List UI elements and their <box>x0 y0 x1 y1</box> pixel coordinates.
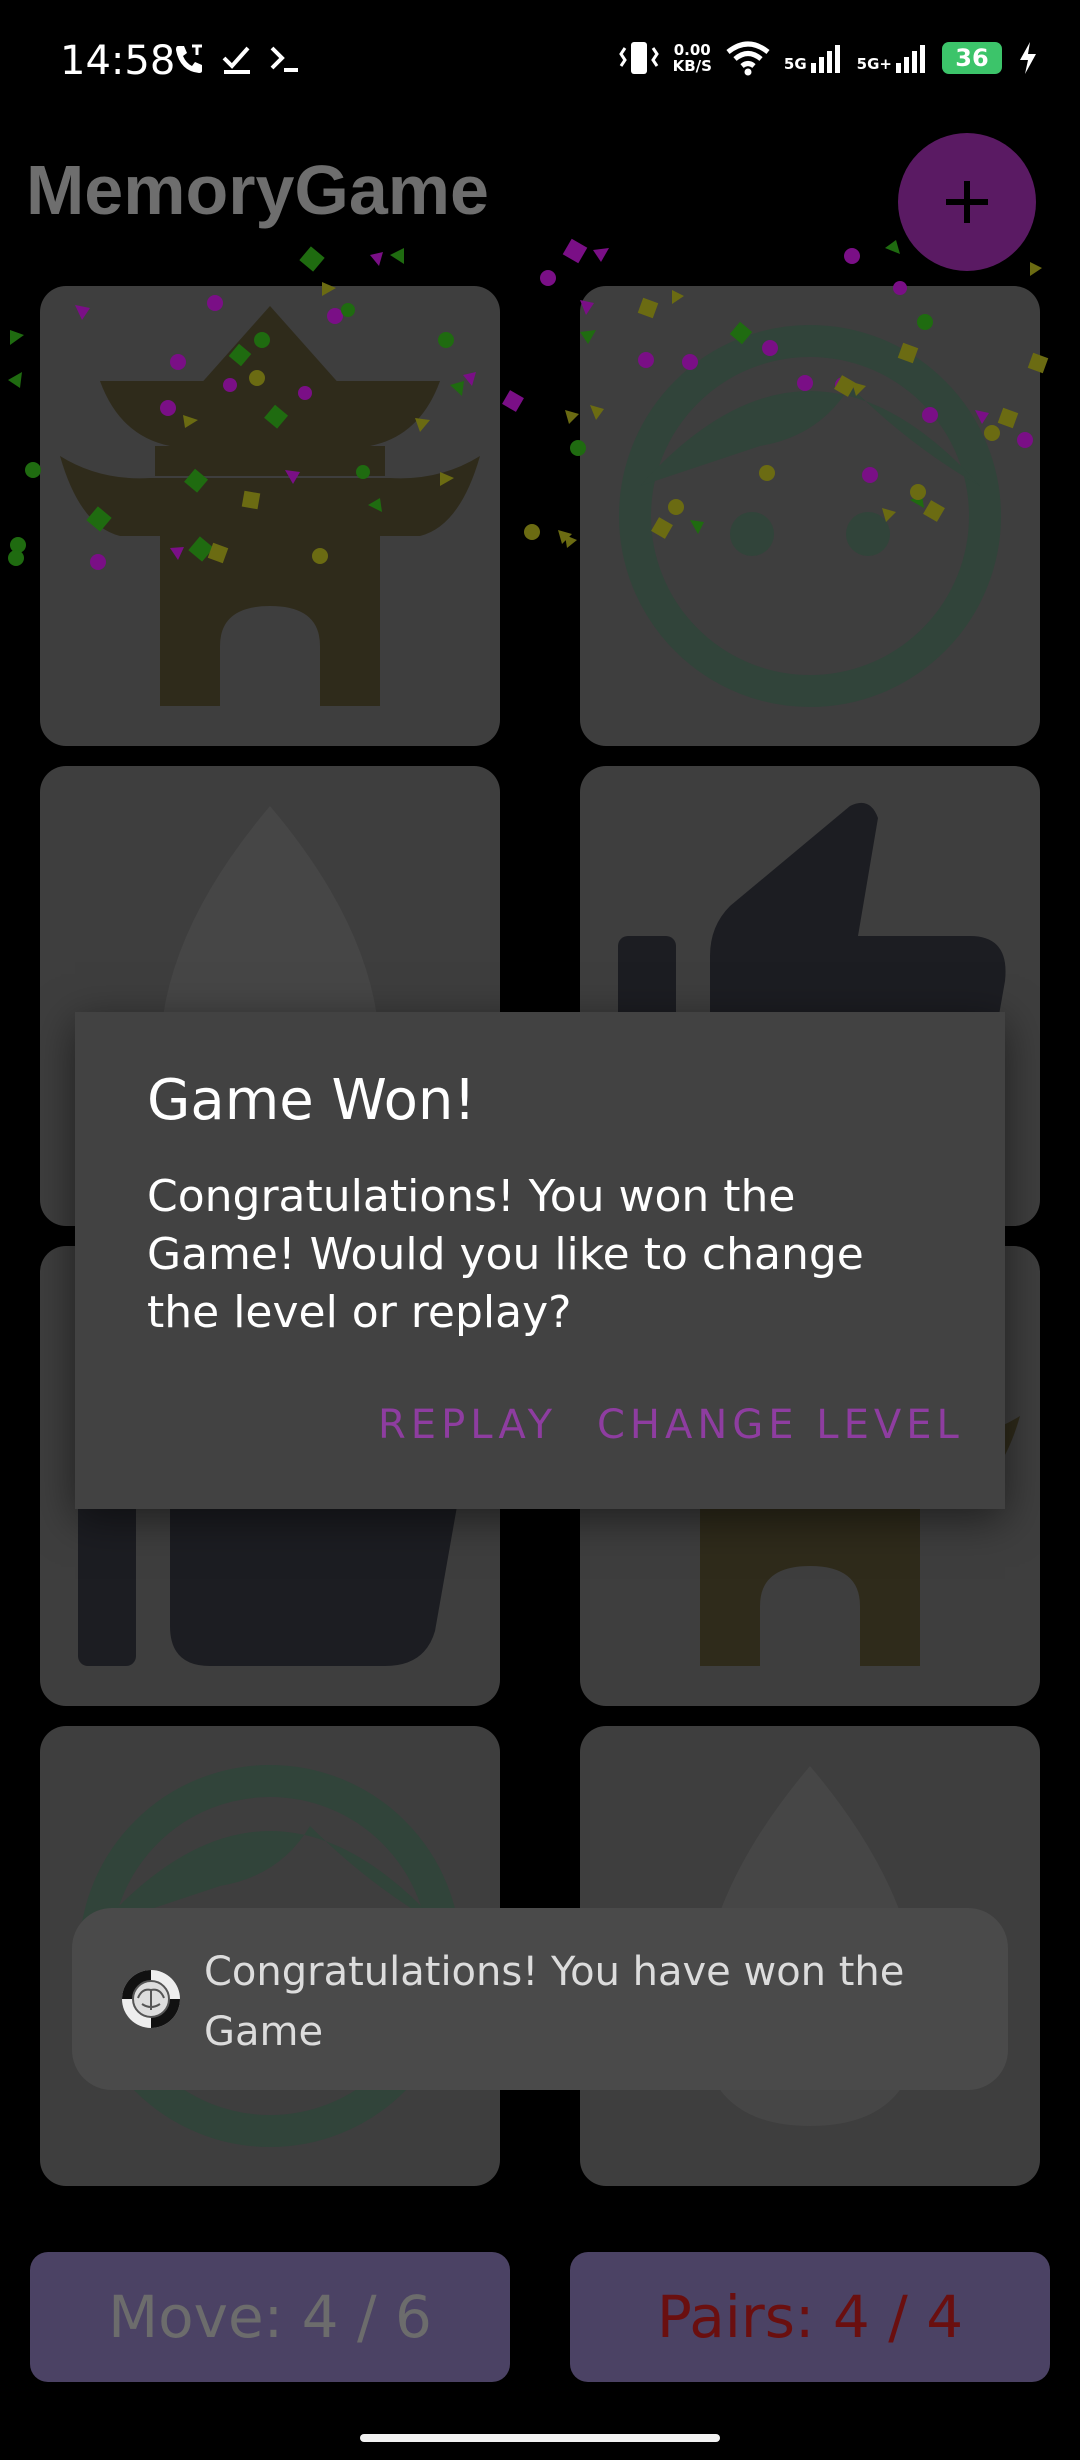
dialog-message: Congratulations! You won the Game! Would… <box>147 1171 864 1338</box>
memory-card[interactable] <box>40 286 500 746</box>
brain-icon <box>122 1970 180 2028</box>
add-button[interactable] <box>898 133 1036 271</box>
network-type-2: 5G+ <box>856 55 892 73</box>
call-icon <box>176 44 202 73</box>
home-indicator[interactable] <box>360 2434 720 2442</box>
replay-button[interactable]: REPLAY <box>378 1402 557 1448</box>
network-speed-unit: KB/S <box>672 57 712 75</box>
moves-counter: Move: 4 / 6 <box>30 2252 510 2382</box>
vibrate-icon <box>618 42 659 74</box>
face-icon <box>619 325 1001 707</box>
signal-icon <box>896 45 925 73</box>
terminal-icon <box>270 46 298 72</box>
toast-message: Congratulations! You have won the Game <box>72 1908 1008 2090</box>
network-type-1: 5G <box>783 55 807 73</box>
pairs-counter: Pairs: 4 / 4 <box>570 2252 1050 2382</box>
status-time: 14:58 <box>60 38 176 84</box>
game-won-dialog: Game Won! Congratulations! You won the G… <box>75 1012 1005 1509</box>
network-speed: 0.00 <box>673 41 711 59</box>
status-bar: 14:58 0.00 KB/S 5G 5G+ 36 <box>0 0 1080 130</box>
charging-icon <box>1020 42 1036 74</box>
wifi-icon <box>726 41 770 76</box>
app-title: MemoryGame <box>26 151 489 229</box>
signal-icon <box>810 45 840 73</box>
pagoda-icon <box>60 306 480 706</box>
memory-card[interactable] <box>580 286 1040 746</box>
checkmark-icon <box>222 46 250 74</box>
toast-text: Congratulations! You have won the Game <box>204 1949 905 2055</box>
battery-indicator: 36 <box>942 42 1002 74</box>
plus-icon <box>946 181 988 223</box>
change-level-button[interactable]: CHANGE LEVEL <box>597 1402 964 1448</box>
dialog-title: Game Won! <box>147 1068 476 1133</box>
